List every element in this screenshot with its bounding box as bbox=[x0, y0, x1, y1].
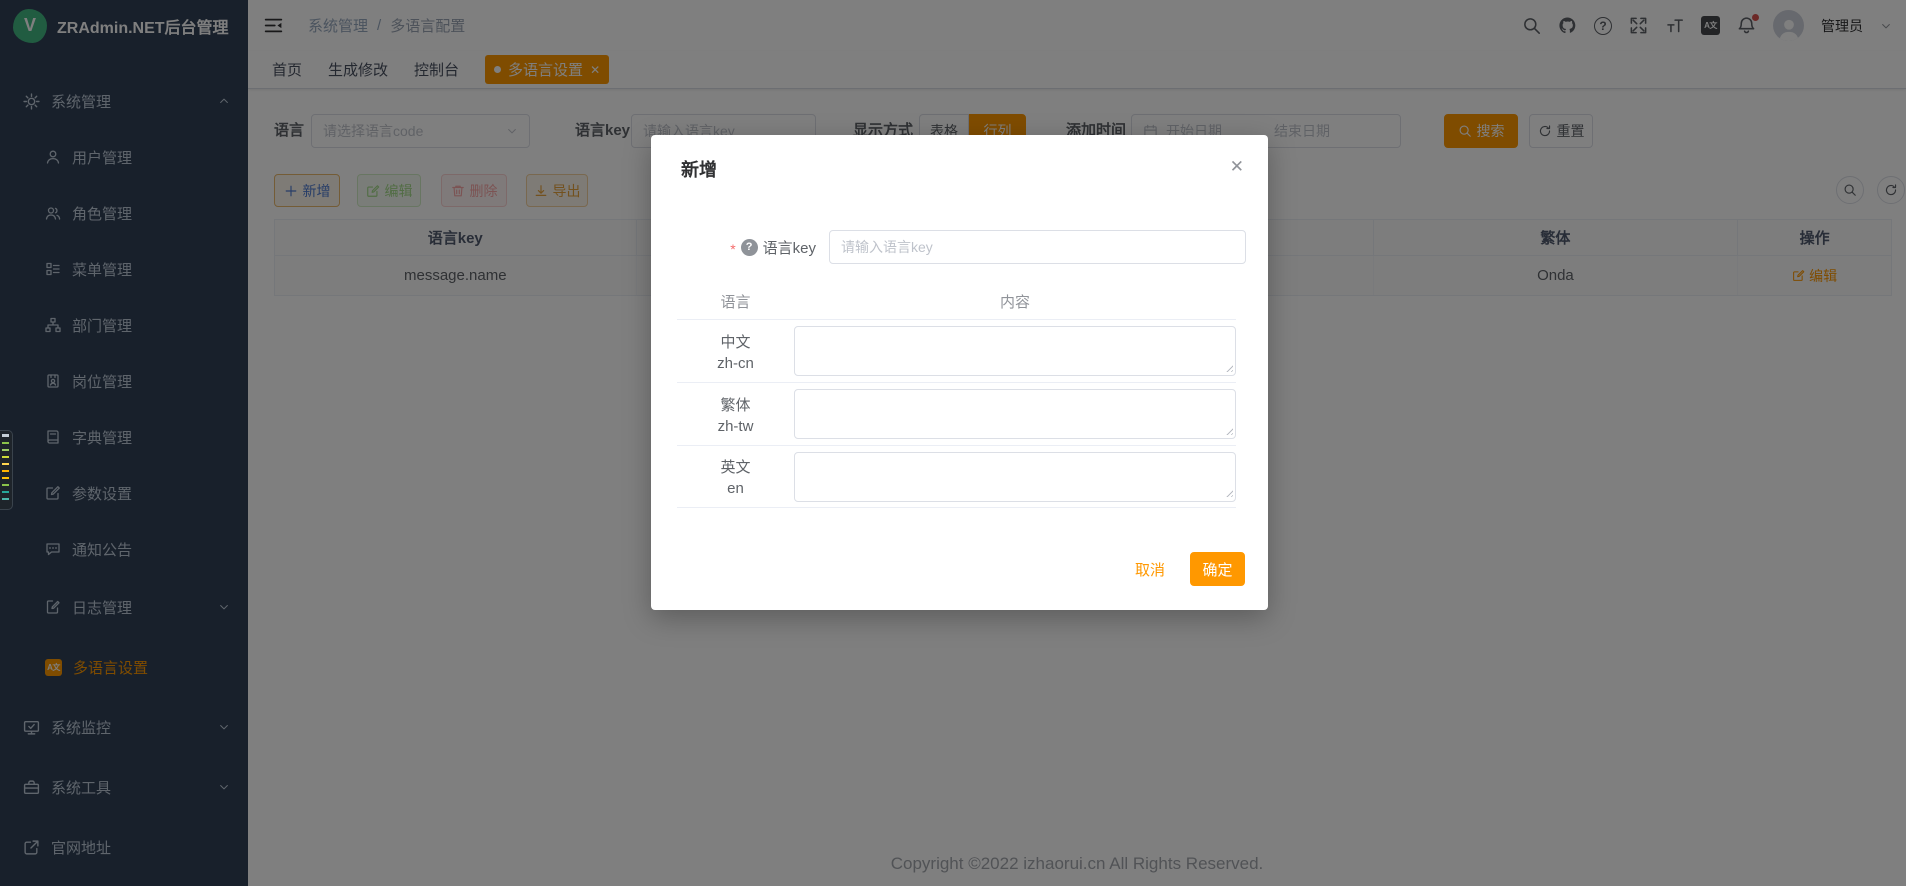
dialog-row-zh-cn: 中文 zh-cn bbox=[677, 319, 1236, 382]
dialog-lang-label: 繁体 zh-tw bbox=[677, 383, 794, 445]
dialog-row-zh-tw: 繁体 zh-tw bbox=[677, 382, 1236, 445]
dialog-lang-label: 中文 zh-cn bbox=[677, 320, 794, 382]
dialog-key-label: 语言key bbox=[763, 237, 816, 258]
help-icon[interactable]: ? bbox=[741, 239, 758, 256]
dialog-row-en: 英文 en bbox=[677, 445, 1236, 508]
dialog-content-en-textarea[interactable] bbox=[794, 452, 1236, 502]
dialog-title: 新增 bbox=[681, 156, 717, 182]
dialog-column-content: 内容 bbox=[794, 291, 1236, 312]
confirm-button[interactable]: 确定 bbox=[1190, 552, 1245, 586]
dialog-lang-label: 英文 en bbox=[677, 446, 794, 507]
add-dialog: 新增 ✕ * ? 语言key 语言 内容 中文 zh-cn 繁体 zh-tw bbox=[651, 135, 1268, 610]
close-icon[interactable]: ✕ bbox=[1230, 158, 1244, 175]
dialog-key-label-row: * ? 语言key bbox=[651, 230, 816, 264]
dialog-lang-table: 语言 内容 中文 zh-cn 繁体 zh-tw 英 bbox=[677, 283, 1236, 508]
dialog-content-zh-tw-textarea[interactable] bbox=[794, 389, 1236, 439]
required-asterisk: * bbox=[730, 241, 735, 257]
dialog-content-zh-cn-textarea[interactable] bbox=[794, 326, 1236, 376]
floating-widget[interactable] bbox=[0, 430, 13, 510]
cancel-button[interactable]: 取消 bbox=[1135, 559, 1165, 580]
floating-widget-bars bbox=[2, 434, 9, 506]
dialog-table-header: 语言 内容 bbox=[677, 283, 1236, 319]
dialog-key-input[interactable] bbox=[829, 230, 1246, 264]
dialog-column-language: 语言 bbox=[677, 291, 794, 312]
